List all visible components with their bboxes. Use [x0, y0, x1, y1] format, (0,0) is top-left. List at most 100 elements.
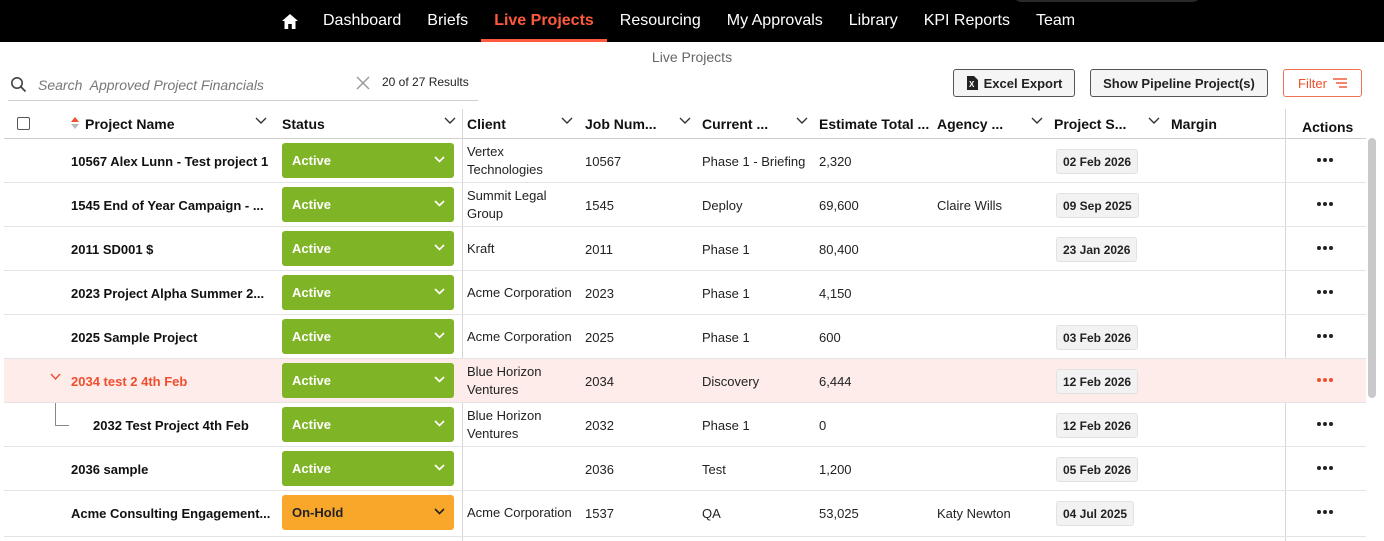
- nav-item-library[interactable]: Library: [836, 0, 911, 42]
- table-row[interactable]: 1545 End of Year Campaign - ... Active S…: [4, 183, 1366, 227]
- chevron-down-icon: [434, 200, 445, 207]
- home-button[interactable]: [270, 0, 310, 42]
- table-row[interactable]: 2034 test 2 4th Feb Active Blue Horizon …: [4, 359, 1366, 403]
- column-header-margin[interactable]: Margin: [1171, 109, 1281, 138]
- start-date-badge: 02 Feb 2026: [1056, 149, 1139, 174]
- nav-item-team[interactable]: Team: [1023, 0, 1088, 42]
- nav-item-my-approvals[interactable]: My Approvals: [714, 0, 836, 42]
- status-label: Active: [292, 329, 332, 344]
- job-number-cell: 2036: [585, 461, 614, 477]
- chevron-down-icon[interactable]: [679, 117, 691, 125]
- status-dropdown[interactable]: Active: [282, 187, 454, 222]
- chevron-down-icon[interactable]: [796, 117, 808, 125]
- table-row[interactable]: 2023 Project Alpha Summer 2... Active Ac…: [4, 271, 1366, 315]
- table-row[interactable]: 2032 Test Project 4th Feb Active Blue Ho…: [4, 403, 1366, 447]
- column-header-project-start[interactable]: Project S...: [1054, 109, 1166, 138]
- client-cell: Summit Legal Group: [467, 188, 547, 221]
- project-name[interactable]: 2011 SD001 $: [71, 227, 276, 271]
- svg-text:X: X: [969, 80, 975, 89]
- chevron-down-icon[interactable]: [1148, 117, 1160, 125]
- estimate-cell: 80,400: [819, 241, 859, 257]
- column-header-agency[interactable]: Agency ...: [937, 109, 1049, 138]
- estimate-cell: 0: [819, 417, 827, 433]
- nav-item-briefs[interactable]: Briefs: [414, 0, 481, 42]
- table-row[interactable]: Acme Consulting Engagement... On-Hold Ac…: [4, 491, 1366, 537]
- status-label: Active: [292, 241, 332, 256]
- status-label: Active: [292, 285, 332, 300]
- filter-button[interactable]: Filter: [1283, 69, 1362, 97]
- project-name[interactable]: 2034 test 2 4th Feb: [71, 359, 276, 403]
- table-header: Project Name Status Client Job Num... Cu…: [4, 109, 1366, 139]
- row-actions-button[interactable]: [1314, 153, 1336, 167]
- phase-cell: Discovery: [702, 373, 760, 389]
- nav-item-live-projects[interactable]: Live Projects: [481, 0, 607, 42]
- chevron-down-icon[interactable]: [561, 117, 573, 125]
- column-header-project-name[interactable]: Project Name: [85, 109, 273, 138]
- start-date-badge: 12 Feb 2026: [1056, 413, 1139, 438]
- project-name[interactable]: 2036 sample: [71, 447, 276, 491]
- chevron-down-icon[interactable]: [255, 117, 267, 125]
- status-dropdown[interactable]: Active: [282, 407, 454, 442]
- row-actions-button[interactable]: [1314, 329, 1336, 343]
- project-name[interactable]: 2032 Test Project 4th Feb: [93, 403, 278, 447]
- table-row[interactable]: 2011 SD001 $ Active Kraft 2011 Phase 1 8…: [4, 227, 1366, 271]
- table-row[interactable]: 2036 sample Active 2036 Test 1,200 05 Fe…: [4, 447, 1366, 491]
- project-name[interactable]: 2025 Sample Project: [71, 315, 276, 359]
- nav-item-resourcing[interactable]: Resourcing: [607, 0, 714, 42]
- estimate-cell: 6,444: [819, 373, 852, 389]
- column-header-current-phase[interactable]: Current ...: [702, 109, 814, 138]
- column-header-actions: Actions: [1302, 112, 1362, 141]
- close-icon[interactable]: [356, 76, 370, 90]
- column-header-label: Actions: [1302, 118, 1354, 135]
- project-name[interactable]: 2023 Project Alpha Summer 2...: [71, 271, 276, 315]
- home-icon: [282, 13, 298, 29]
- nav-item-dashboard[interactable]: Dashboard: [310, 0, 414, 42]
- row-actions-button[interactable]: [1314, 505, 1336, 519]
- row-actions-button[interactable]: [1314, 285, 1336, 299]
- select-all-checkbox[interactable]: [17, 117, 30, 130]
- estimate-cell: 2,320: [819, 153, 852, 169]
- table-row[interactable]: 2025 Sample Project Active Acme Corporat…: [4, 315, 1366, 359]
- row-actions-button[interactable]: [1314, 417, 1336, 431]
- status-dropdown[interactable]: On-Hold: [282, 495, 454, 530]
- more-dot: [1329, 290, 1333, 294]
- page-title: Live Projects: [651, 49, 733, 65]
- start-date-badge: 05 Feb 2026: [1056, 457, 1139, 482]
- chevron-down-icon[interactable]: [50, 373, 61, 381]
- chevron-down-icon[interactable]: [1031, 117, 1043, 125]
- more-dot: [1323, 510, 1327, 514]
- excel-export-button[interactable]: X Excel Export: [953, 69, 1075, 97]
- project-name[interactable]: 1545 End of Year Campaign - ...: [71, 183, 276, 227]
- project-name[interactable]: 10567 Alex Lunn - Test project 1: [71, 139, 276, 183]
- project-name[interactable]: Acme Consulting Engagement...: [71, 491, 276, 535]
- show-pipeline-button[interactable]: Show Pipeline Project(s): [1090, 69, 1268, 97]
- row-actions-button[interactable]: [1314, 461, 1336, 475]
- row-actions-button[interactable]: [1314, 241, 1336, 255]
- more-dot: [1317, 378, 1321, 382]
- vertical-scrollbar[interactable]: [1368, 138, 1376, 398]
- results-count: 20 of 27 Results: [382, 75, 469, 89]
- more-dot: [1317, 510, 1321, 514]
- status-dropdown[interactable]: Active: [282, 275, 454, 310]
- status-dropdown[interactable]: Active: [282, 319, 454, 354]
- column-header-job-number[interactable]: Job Num...: [585, 109, 697, 138]
- row-actions-button[interactable]: [1314, 373, 1336, 387]
- column-header-estimate-total[interactable]: Estimate Total ...: [819, 109, 935, 138]
- status-dropdown[interactable]: Active: [282, 451, 454, 486]
- row-actions-button[interactable]: [1314, 197, 1336, 211]
- sort-arrows-icon[interactable]: [71, 117, 79, 129]
- nav-item-kpi-reports[interactable]: KPI Reports: [911, 0, 1023, 42]
- table-row[interactable]: 10567 Alex Lunn - Test project 1 Active …: [4, 139, 1366, 183]
- column-header-status[interactable]: Status: [282, 109, 462, 138]
- job-number-cell: 2032: [585, 417, 614, 433]
- search-input[interactable]: [36, 73, 360, 97]
- search-bar: 20 of 27 Results: [8, 70, 478, 101]
- chevron-down-icon: [434, 288, 445, 295]
- chevron-down-icon[interactable]: [444, 117, 456, 125]
- status-dropdown[interactable]: Active: [282, 231, 454, 266]
- status-dropdown[interactable]: Active: [282, 363, 454, 398]
- column-header-client[interactable]: Client: [467, 109, 579, 138]
- more-dot: [1329, 378, 1333, 382]
- phase-cell: QA: [702, 505, 721, 521]
- status-dropdown[interactable]: Active: [282, 143, 454, 178]
